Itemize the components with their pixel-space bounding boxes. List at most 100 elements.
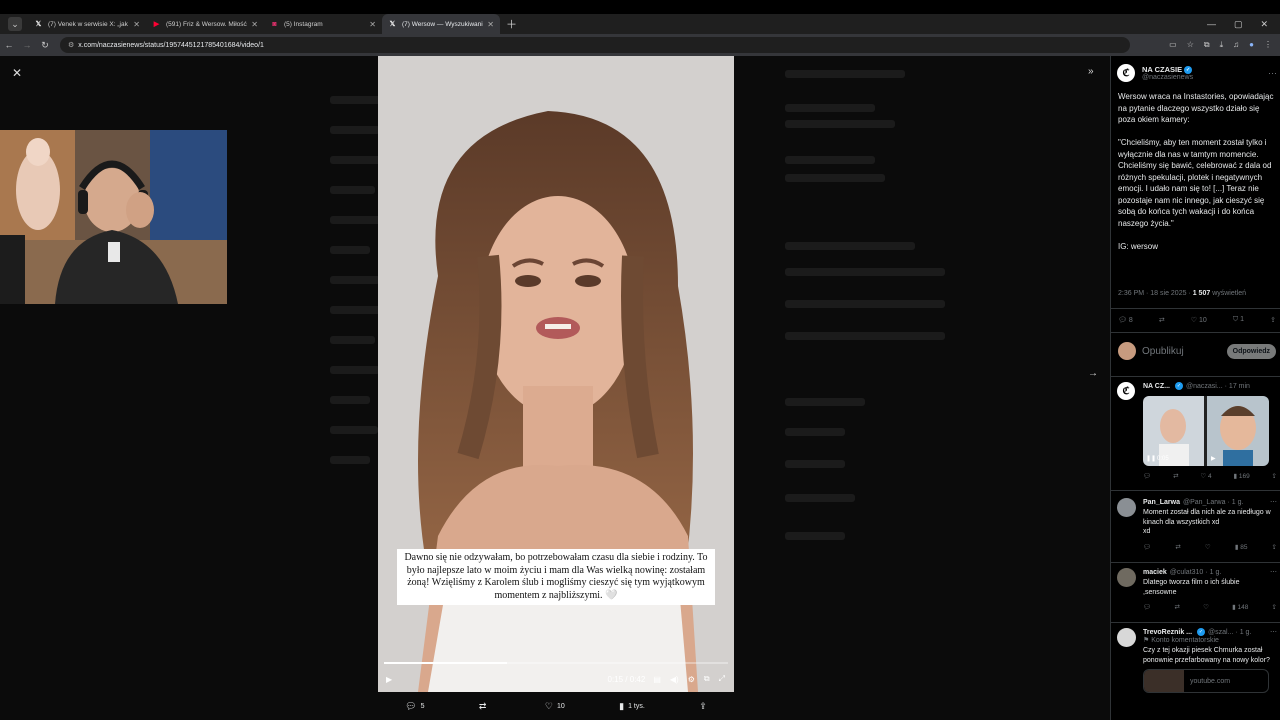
close-media-icon[interactable]: ✕	[12, 66, 22, 80]
share-icon[interactable]: ⇪	[1272, 472, 1277, 480]
pip-icon[interactable]: ⧉	[704, 674, 710, 684]
author-name[interactable]: NA CZ...	[1143, 383, 1170, 390]
reply-button[interactable]: 💬︎ 5	[405, 701, 424, 712]
download-icon[interactable]: ⤓	[1220, 40, 1224, 50]
repost-stat[interactable]: ⇄	[1159, 316, 1165, 324]
close-tab-icon[interactable]: ✕	[251, 20, 258, 29]
tab-title: (7) Wersow — Wyszukiwanie /	[402, 20, 484, 28]
bookmark-star-icon[interactable]: ☆	[1187, 40, 1194, 50]
menu-icon[interactable]: ⋮	[1264, 40, 1272, 50]
views-button[interactable]: ▮ 1 tys.	[619, 701, 645, 712]
repost-icon[interactable]: ⇄	[1173, 472, 1178, 480]
author-name[interactable]: TrevoReznik ...	[1143, 629, 1192, 636]
post-text: Wersow wraca na Instastories, opowiadają…	[1118, 92, 1274, 251]
repost-icon: ⇄	[478, 700, 487, 711]
settings-icon[interactable]: ⚙	[688, 675, 695, 684]
avatar	[1118, 342, 1136, 360]
close-window-icon[interactable]: ✕	[1260, 19, 1268, 30]
timestamp-text: 2:36 PM · 18 sie 2025 ·	[1118, 290, 1193, 297]
views-button[interactable]: ▮ 169	[1233, 472, 1249, 480]
reply-icon[interactable]: 💬︎	[1143, 603, 1151, 611]
more-options-icon[interactable]: ⋯	[1270, 568, 1277, 576]
minimize-icon[interactable]: —	[1207, 19, 1216, 30]
next-media-icon[interactable]: →	[1088, 368, 1098, 379]
comment-actions: 💬︎ ⇄ ♡ ▮ 85 ⇪	[1143, 543, 1277, 551]
reply-stat[interactable]: 💬︎ 8	[1118, 316, 1133, 324]
share-icon[interactable]: ⇪	[1272, 543, 1277, 551]
close-tab-icon[interactable]: ✕	[133, 20, 140, 29]
browser-tab-4[interactable]: 𝕏 (7) Wersow — Wyszukiwanie / ✕	[382, 14, 500, 34]
back-icon[interactable]: ←	[0, 40, 18, 50]
cast-icon[interactable]: ▭	[1169, 40, 1177, 50]
views-icon: ▮	[619, 700, 625, 711]
extensions-icon[interactable]: ⧉	[1204, 40, 1210, 50]
reply-input[interactable]: Opublikuj	[1142, 346, 1227, 357]
close-tab-icon[interactable]: ✕	[487, 20, 494, 29]
reply-icon[interactable]: 💬︎	[1143, 543, 1151, 551]
reload-icon[interactable]: ↻	[36, 40, 54, 51]
avatar[interactable]	[1117, 628, 1136, 647]
pause-icon[interactable]: ❚❚	[1146, 455, 1156, 462]
author-name[interactable]: maciek	[1143, 569, 1167, 576]
browser-tab-2[interactable]: ▶ (591) Friz & Wersow. Miłość w ✕	[146, 14, 264, 34]
avatar[interactable]	[1117, 568, 1136, 587]
share-button[interactable]: ⇪	[699, 701, 707, 712]
avatar[interactable]: ℭ	[1117, 64, 1135, 82]
browser-tab-1[interactable]: 𝕏 (7) Venek w serwisie X: „jak zaw ✕	[28, 14, 146, 34]
views-button[interactable]: ▮ 85	[1235, 543, 1248, 551]
browser-tab-3[interactable]: ◙ (5) Instagram ✕	[264, 14, 382, 34]
collapse-panel-icon[interactable]: »	[1088, 66, 1094, 77]
comment-item[interactable]: TrevoReznik ... ✓ @szal... · 1 g. ⋯ ⚑ Ko…	[1117, 628, 1277, 693]
share-icon[interactable]: ⇪	[1272, 603, 1277, 611]
thread-video-thumbnails[interactable]: ❚❚ 0:05 ▶	[1143, 396, 1269, 466]
author-name[interactable]: Pan_Larwa	[1143, 499, 1180, 506]
forward-icon[interactable]: →	[18, 40, 36, 50]
author-handle: @culat310	[1169, 568, 1204, 576]
tab-search-button[interactable]: ⌄	[8, 17, 22, 31]
play-icon[interactable]: ▶	[1211, 455, 1216, 462]
more-options-icon[interactable]: ⋯	[1270, 498, 1277, 506]
bookmark-stat[interactable]: ⛉ 1	[1233, 316, 1244, 324]
fullscreen-icon[interactable]: ⤢	[719, 674, 725, 684]
reply-submit-button[interactable]: Odpowiedz	[1226, 343, 1276, 359]
maximize-icon[interactable]: ▢	[1234, 19, 1243, 30]
like-button[interactable]: ♡ 4	[1200, 472, 1211, 480]
captions-icon[interactable]: ▤	[653, 675, 661, 684]
more-options-icon[interactable]: ⋯	[1270, 628, 1277, 636]
account-label-text: Konto komentatorskie	[1151, 637, 1219, 644]
video-progress-bar[interactable]	[384, 662, 728, 664]
view-count: 169	[1238, 473, 1250, 480]
new-tab-icon[interactable]: ＋	[506, 16, 517, 32]
thread-item-video[interactable]: ℭ NA CZ... ✓ @naczasi... · 17 min ❚❚ 0:0…	[1117, 382, 1277, 480]
play-icon[interactable]: ▶	[386, 675, 392, 684]
comment-item[interactable]: Pan_Larwa @Pan_Larwa · 1 g. ⋯ Moment zos…	[1117, 498, 1277, 551]
like-button[interactable]: ♡ 10	[545, 701, 565, 712]
heart-icon[interactable]: ♡	[1205, 543, 1211, 551]
avatar[interactable]	[1117, 498, 1136, 517]
volume-icon[interactable]: ◀)	[670, 675, 679, 684]
like-stat[interactable]: ♡ 10	[1191, 316, 1207, 324]
reply-icon[interactable]: 💬︎	[1143, 472, 1151, 480]
url-input[interactable]: ⚙ x.com/naczasienews/status/195744512178…	[60, 37, 1130, 53]
repost-icon[interactable]: ⇄	[1175, 543, 1180, 551]
like-count: 10	[556, 702, 565, 710]
avatar[interactable]: ℭ	[1117, 382, 1135, 400]
link-card[interactable]: youtube.com	[1143, 669, 1269, 693]
media-icon[interactable]: ♫	[1233, 40, 1239, 50]
heart-icon[interactable]: ♡	[1203, 603, 1209, 611]
close-tab-icon[interactable]: ✕	[369, 20, 376, 29]
video-player[interactable]: Dawno się nie odzywałam, bo potrzebowała…	[378, 56, 734, 692]
author-handle[interactable]: @naczasienews	[1142, 74, 1193, 81]
post-time: · 1 g.	[1227, 498, 1244, 506]
profile-icon[interactable]: ●	[1249, 40, 1254, 50]
author-name[interactable]: NA CZASIE	[1142, 65, 1182, 74]
views-button[interactable]: ▮ 148	[1232, 603, 1248, 611]
repost-button[interactable]: ⇄	[479, 701, 491, 712]
link-domain: youtube.com	[1190, 677, 1231, 685]
view-count: 1 tys.	[628, 702, 645, 710]
repost-icon[interactable]: ⇄	[1174, 603, 1179, 611]
share-stat-icon[interactable]: ⇪	[1270, 316, 1276, 324]
site-info-icon[interactable]: ⚙	[68, 41, 74, 49]
more-options-icon[interactable]: ⋯	[1268, 68, 1277, 79]
comment-item[interactable]: maciek @culat310 · 1 g. ⋯ Dlatego tworza…	[1117, 568, 1277, 611]
